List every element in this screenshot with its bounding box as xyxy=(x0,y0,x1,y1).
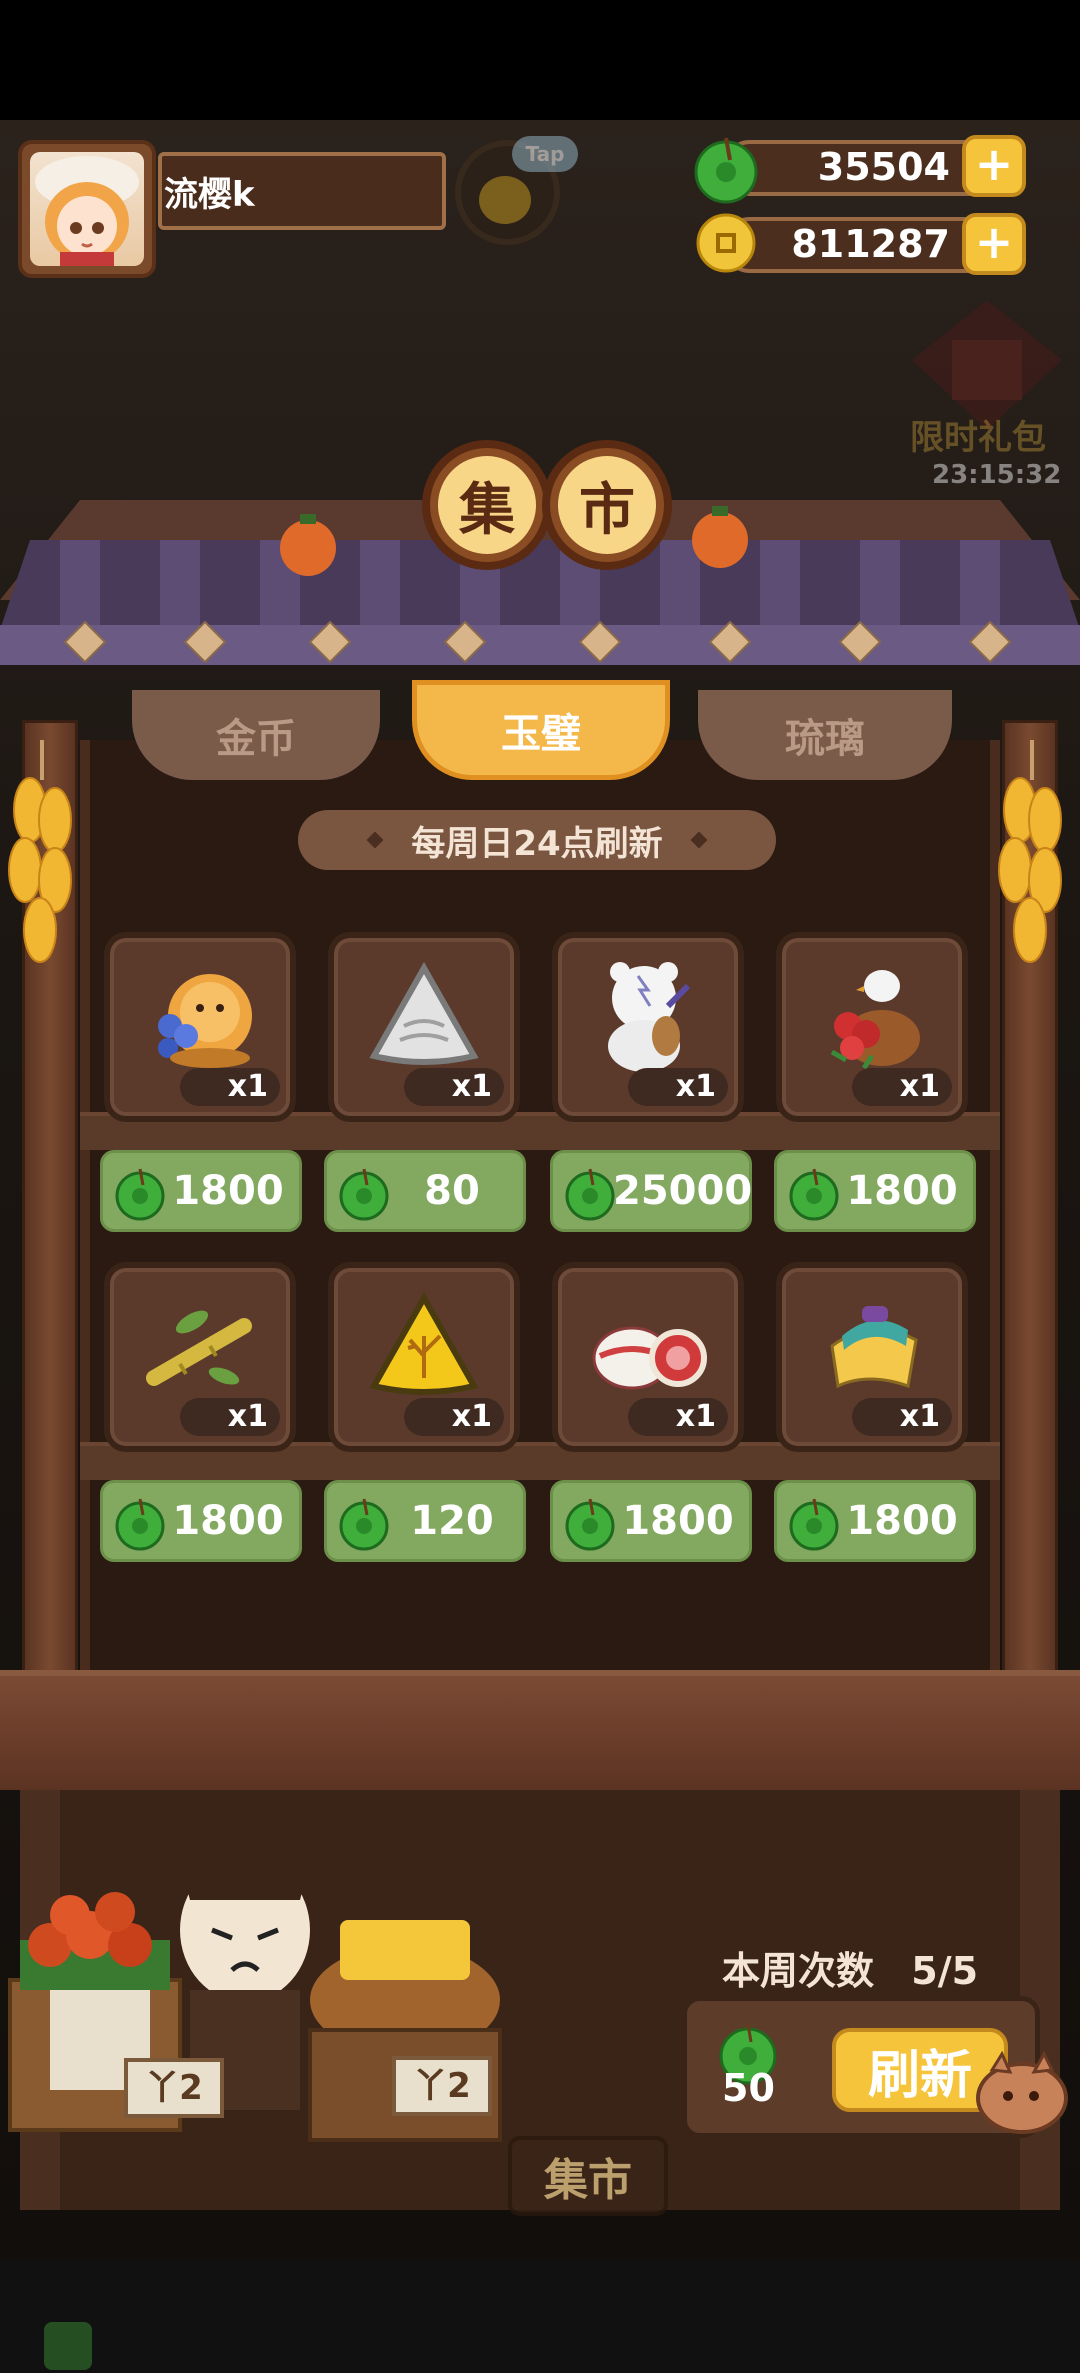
jade-coin-icon xyxy=(565,1498,615,1551)
jade-coin-icon xyxy=(339,1498,389,1551)
item-price: 25000 xyxy=(613,1168,753,1214)
item-qty: x1 xyxy=(404,1398,504,1436)
jade-coin-icon xyxy=(115,1498,165,1551)
bird-with-flower-pot-icon xyxy=(830,970,920,1070)
gold-triangle-token-icon xyxy=(369,1291,479,1395)
buy-button[interactable]: 1800 xyxy=(100,1480,302,1562)
add-jade-button[interactable]: + xyxy=(962,135,1026,197)
limited-gift-label: 限时礼包 xyxy=(910,418,1046,458)
buy-button[interactable]: 1800 xyxy=(774,1150,976,1232)
item-qty: x1 xyxy=(180,1068,280,1106)
avatar-girl-icon xyxy=(35,156,139,266)
title-char-2: 市 xyxy=(558,456,656,554)
mascot-bun-icon xyxy=(976,2050,1068,2134)
jade-coin-icon xyxy=(789,1498,839,1551)
diamond-right-icon xyxy=(690,831,708,849)
item-price: 120 xyxy=(410,1498,494,1544)
shop-item-card[interactable]: x1 xyxy=(552,932,744,1122)
item-price: 80 xyxy=(424,1168,480,1214)
porcelain-jar-icon xyxy=(592,1326,707,1390)
title-coin-left: 集 xyxy=(422,440,552,570)
polar-bear-with-lute-icon xyxy=(608,962,691,1072)
title-char-1: 集 xyxy=(438,456,536,554)
tap-hint: Tap xyxy=(512,136,578,172)
buy-button[interactable]: 1800 xyxy=(774,1480,976,1562)
item-qty: x1 xyxy=(628,1068,728,1106)
shop-item-card[interactable]: x1 xyxy=(776,1262,968,1452)
item-price: 1800 xyxy=(622,1498,734,1544)
bottom-tab-market[interactable]: 集市 xyxy=(508,2136,668,2216)
tab-glaze[interactable]: 琉璃 xyxy=(698,690,952,780)
stall-counter xyxy=(0,1670,1080,1790)
bottom-bar xyxy=(0,2260,1080,2373)
refresh-notice: 每周日24点刷新 xyxy=(298,810,776,870)
buy-button[interactable]: 1800 xyxy=(550,1480,752,1562)
jade-coin-icon xyxy=(115,1168,165,1221)
item-price: 1800 xyxy=(846,1168,958,1214)
item-price: 1800 xyxy=(172,1168,284,1214)
corn-right-icon xyxy=(998,740,1062,963)
jade-coin-icon xyxy=(339,1168,389,1221)
item-qty: x1 xyxy=(628,1398,728,1436)
diamond-left-icon xyxy=(366,831,384,849)
player-avatar[interactable] xyxy=(18,140,156,278)
limited-gift-timer: 23:15:32 xyxy=(932,460,1062,490)
dog-cat-with-flowers-icon xyxy=(158,974,252,1068)
stall-sign-right: 丫2 xyxy=(392,2056,492,2116)
tab-gold[interactable]: 金币 xyxy=(132,690,380,780)
buy-button[interactable]: 25000 xyxy=(550,1150,752,1232)
shop-item-card[interactable]: x1 xyxy=(776,932,968,1122)
shop-item-card[interactable]: x1 xyxy=(104,932,296,1122)
item-qty: x1 xyxy=(180,1398,280,1436)
jade-coin-icon xyxy=(694,137,758,204)
silver-triangle-token-icon xyxy=(369,961,479,1065)
gold-value: 811287 xyxy=(791,222,950,266)
corn-left-icon xyxy=(8,740,72,963)
avatar xyxy=(30,152,144,266)
item-qty: x1 xyxy=(852,1398,952,1436)
title-coin-right: 市 xyxy=(542,440,672,570)
refresh-cost: 50 xyxy=(722,2066,775,2110)
jade-coin-icon xyxy=(565,1168,615,1221)
shop-item-card[interactable]: x1 xyxy=(328,932,520,1122)
buy-button[interactable]: 120 xyxy=(324,1480,526,1562)
item-qty: x1 xyxy=(852,1068,952,1106)
shop-item-card[interactable]: x1 xyxy=(552,1262,744,1452)
refresh-notice-text: 每周日24点刷新 xyxy=(411,823,663,864)
buy-button[interactable]: 1800 xyxy=(100,1150,302,1232)
stall-sign-left: 丫2 xyxy=(124,2058,224,2118)
weekly-count: 本周次数 5/5 xyxy=(722,1940,978,1995)
item-price: 1800 xyxy=(846,1498,958,1544)
jade-comb-icon xyxy=(830,1306,918,1389)
jade-coin-icon xyxy=(789,1168,839,1221)
add-gold-button[interactable]: + xyxy=(962,213,1026,275)
tab-jade[interactable]: 玉璧 xyxy=(412,680,670,780)
weekly-count-value: 5/5 xyxy=(911,1949,979,1993)
weekly-label: 本周次数 xyxy=(722,1949,875,1993)
player-name: 流樱k xyxy=(164,175,255,215)
shop-item-card[interactable]: x1 xyxy=(328,1262,520,1452)
buy-button[interactable]: 80 xyxy=(324,1150,526,1232)
jade-value: 35504 xyxy=(817,145,950,189)
gold-coin-icon xyxy=(696,213,756,273)
shop-item-card[interactable]: x1 xyxy=(104,1262,296,1452)
item-price: 1800 xyxy=(172,1498,284,1544)
bottom-corner-icon xyxy=(44,2322,92,2370)
bamboo-branch-icon xyxy=(146,1310,252,1386)
item-qty: x1 xyxy=(404,1068,504,1106)
